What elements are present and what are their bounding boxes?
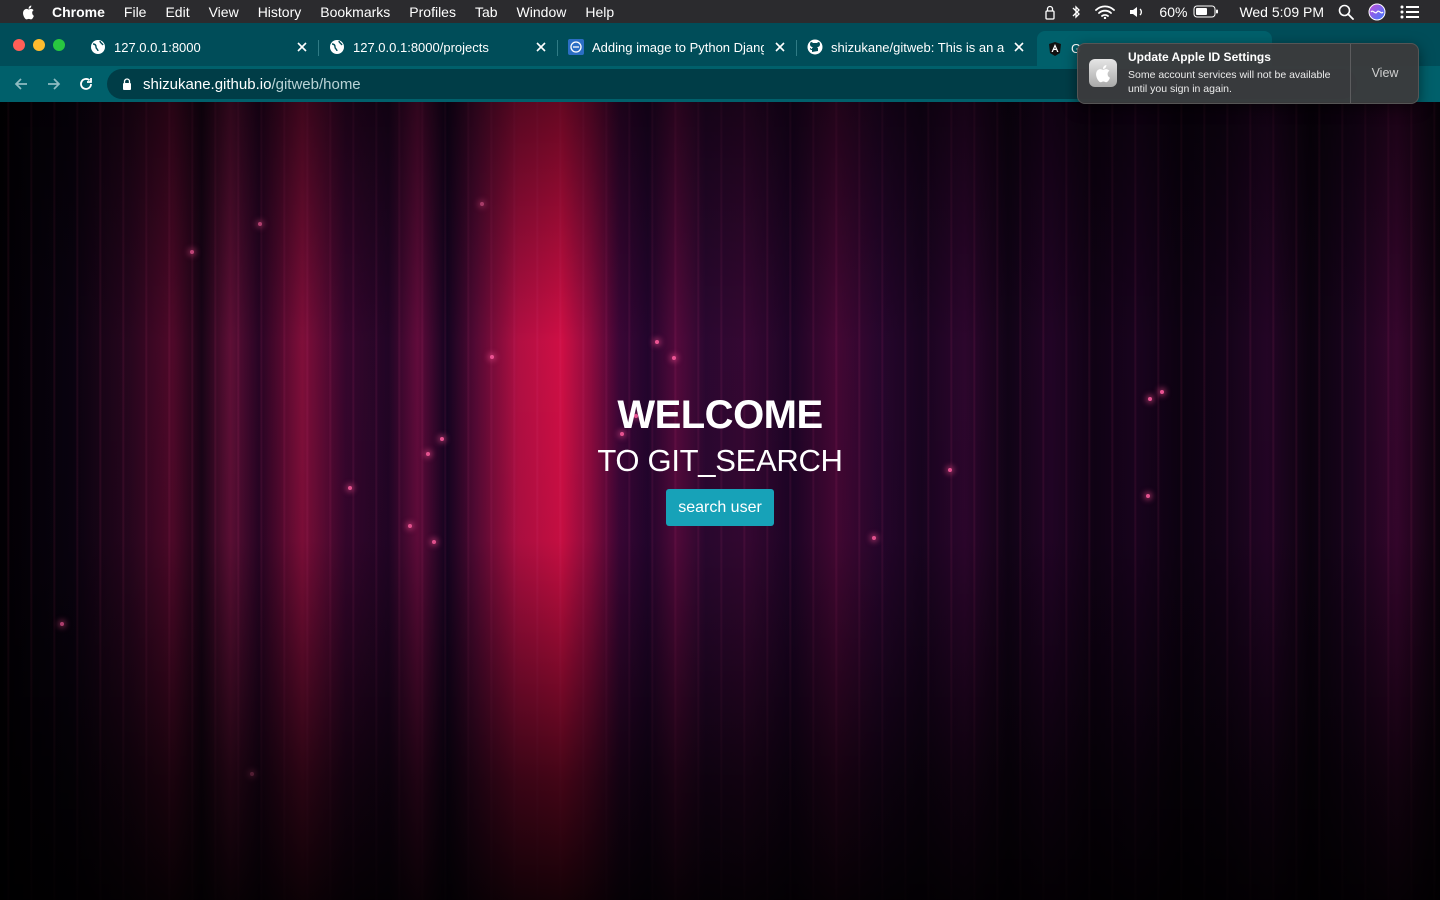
browser-tab[interactable]: Adding image to Python Django (568, 33, 788, 61)
notification-body: Some account services will not be availa… (1128, 69, 1331, 95)
apple-logo-icon[interactable] (20, 3, 38, 21)
window-minimize-button[interactable] (33, 39, 45, 51)
tab-separator (796, 40, 797, 56)
tab-title: shizukane/gitweb: This is an ap (831, 39, 1005, 55)
tab-separator (557, 40, 558, 56)
notification-view-button[interactable]: View (1351, 44, 1419, 103)
menu-bar-status-area: 60% Wed 5:09 PM (1043, 0, 1440, 23)
lock-icon[interactable] (1043, 4, 1057, 20)
wifi-icon[interactable] (1095, 5, 1116, 19)
menu-edit[interactable]: Edit (165, 4, 189, 20)
menu-bar-clock[interactable]: Wed 5:09 PM (1239, 4, 1324, 20)
globe-icon (91, 40, 105, 54)
angular-icon (1049, 41, 1061, 56)
menu-help[interactable]: Help (585, 4, 614, 20)
volume-icon[interactable] (1129, 5, 1145, 19)
browser-tab[interactable]: 127.0.0.1:8000 (90, 33, 310, 61)
menu-app-name[interactable]: Chrome (52, 4, 105, 20)
notification-title: Update Apple ID Settings (1128, 50, 1271, 64)
close-tab-icon[interactable] (772, 39, 788, 55)
menu-view[interactable]: View (209, 4, 239, 20)
siri-icon[interactable] (1368, 3, 1386, 21)
control-center-icon[interactable] (1400, 5, 1420, 19)
menu-file[interactable]: File (124, 4, 147, 20)
close-tab-icon[interactable] (533, 39, 549, 55)
secure-lock-icon[interactable] (121, 78, 133, 90)
window-zoom-button[interactable] (53, 39, 65, 51)
tab-title: Adding image to Python Django (592, 39, 764, 55)
apple-id-notification[interactable]: Update Apple ID Settings Some account se… (1077, 43, 1419, 104)
bluetooth-icon[interactable] (1071, 4, 1081, 20)
spotlight-search-icon[interactable] (1338, 4, 1354, 20)
close-tab-icon[interactable] (1011, 39, 1027, 55)
menu-bookmarks[interactable]: Bookmarks (320, 4, 390, 20)
tab-title: 127.0.0.1:8000 (114, 39, 201, 55)
forward-arrow-icon[interactable] (45, 75, 63, 93)
search-user-button[interactable]: search user (666, 489, 774, 526)
menu-profiles[interactable]: Profiles (409, 4, 456, 20)
site-favicon-icon (568, 39, 584, 55)
macos-menu-bar: Chrome File Edit View History Bookmarks … (0, 0, 1440, 23)
hero-section: WELCOME TO GIT_SEARCH search user (0, 392, 1440, 526)
url-path: /gitweb/home (271, 75, 361, 93)
battery-icon[interactable] (1193, 5, 1219, 18)
tab-title: 127.0.0.1:8000/projects (353, 39, 489, 55)
tab-separator (318, 40, 319, 56)
url-host: shizukane.github.io (143, 75, 272, 93)
github-icon (807, 39, 823, 55)
menu-history[interactable]: History (258, 4, 302, 20)
menu-tab[interactable]: Tab (475, 4, 498, 20)
browser-tab[interactable]: shizukane/gitweb: This is an ap (807, 33, 1027, 61)
apple-settings-icon (1089, 59, 1117, 87)
back-arrow-icon[interactable] (12, 75, 30, 93)
battery-percent: 60% (1159, 3, 1188, 20)
reload-icon[interactable] (77, 75, 95, 93)
window-close-button[interactable] (13, 39, 25, 51)
browser-tab[interactable]: 127.0.0.1:8000/projects (329, 33, 549, 61)
welcome-heading: WELCOME (617, 393, 823, 437)
globe-icon (330, 40, 344, 54)
close-tab-icon[interactable] (294, 39, 310, 55)
welcome-subheading: TO GIT_SEARCH (597, 443, 843, 478)
menu-window[interactable]: Window (517, 4, 567, 20)
